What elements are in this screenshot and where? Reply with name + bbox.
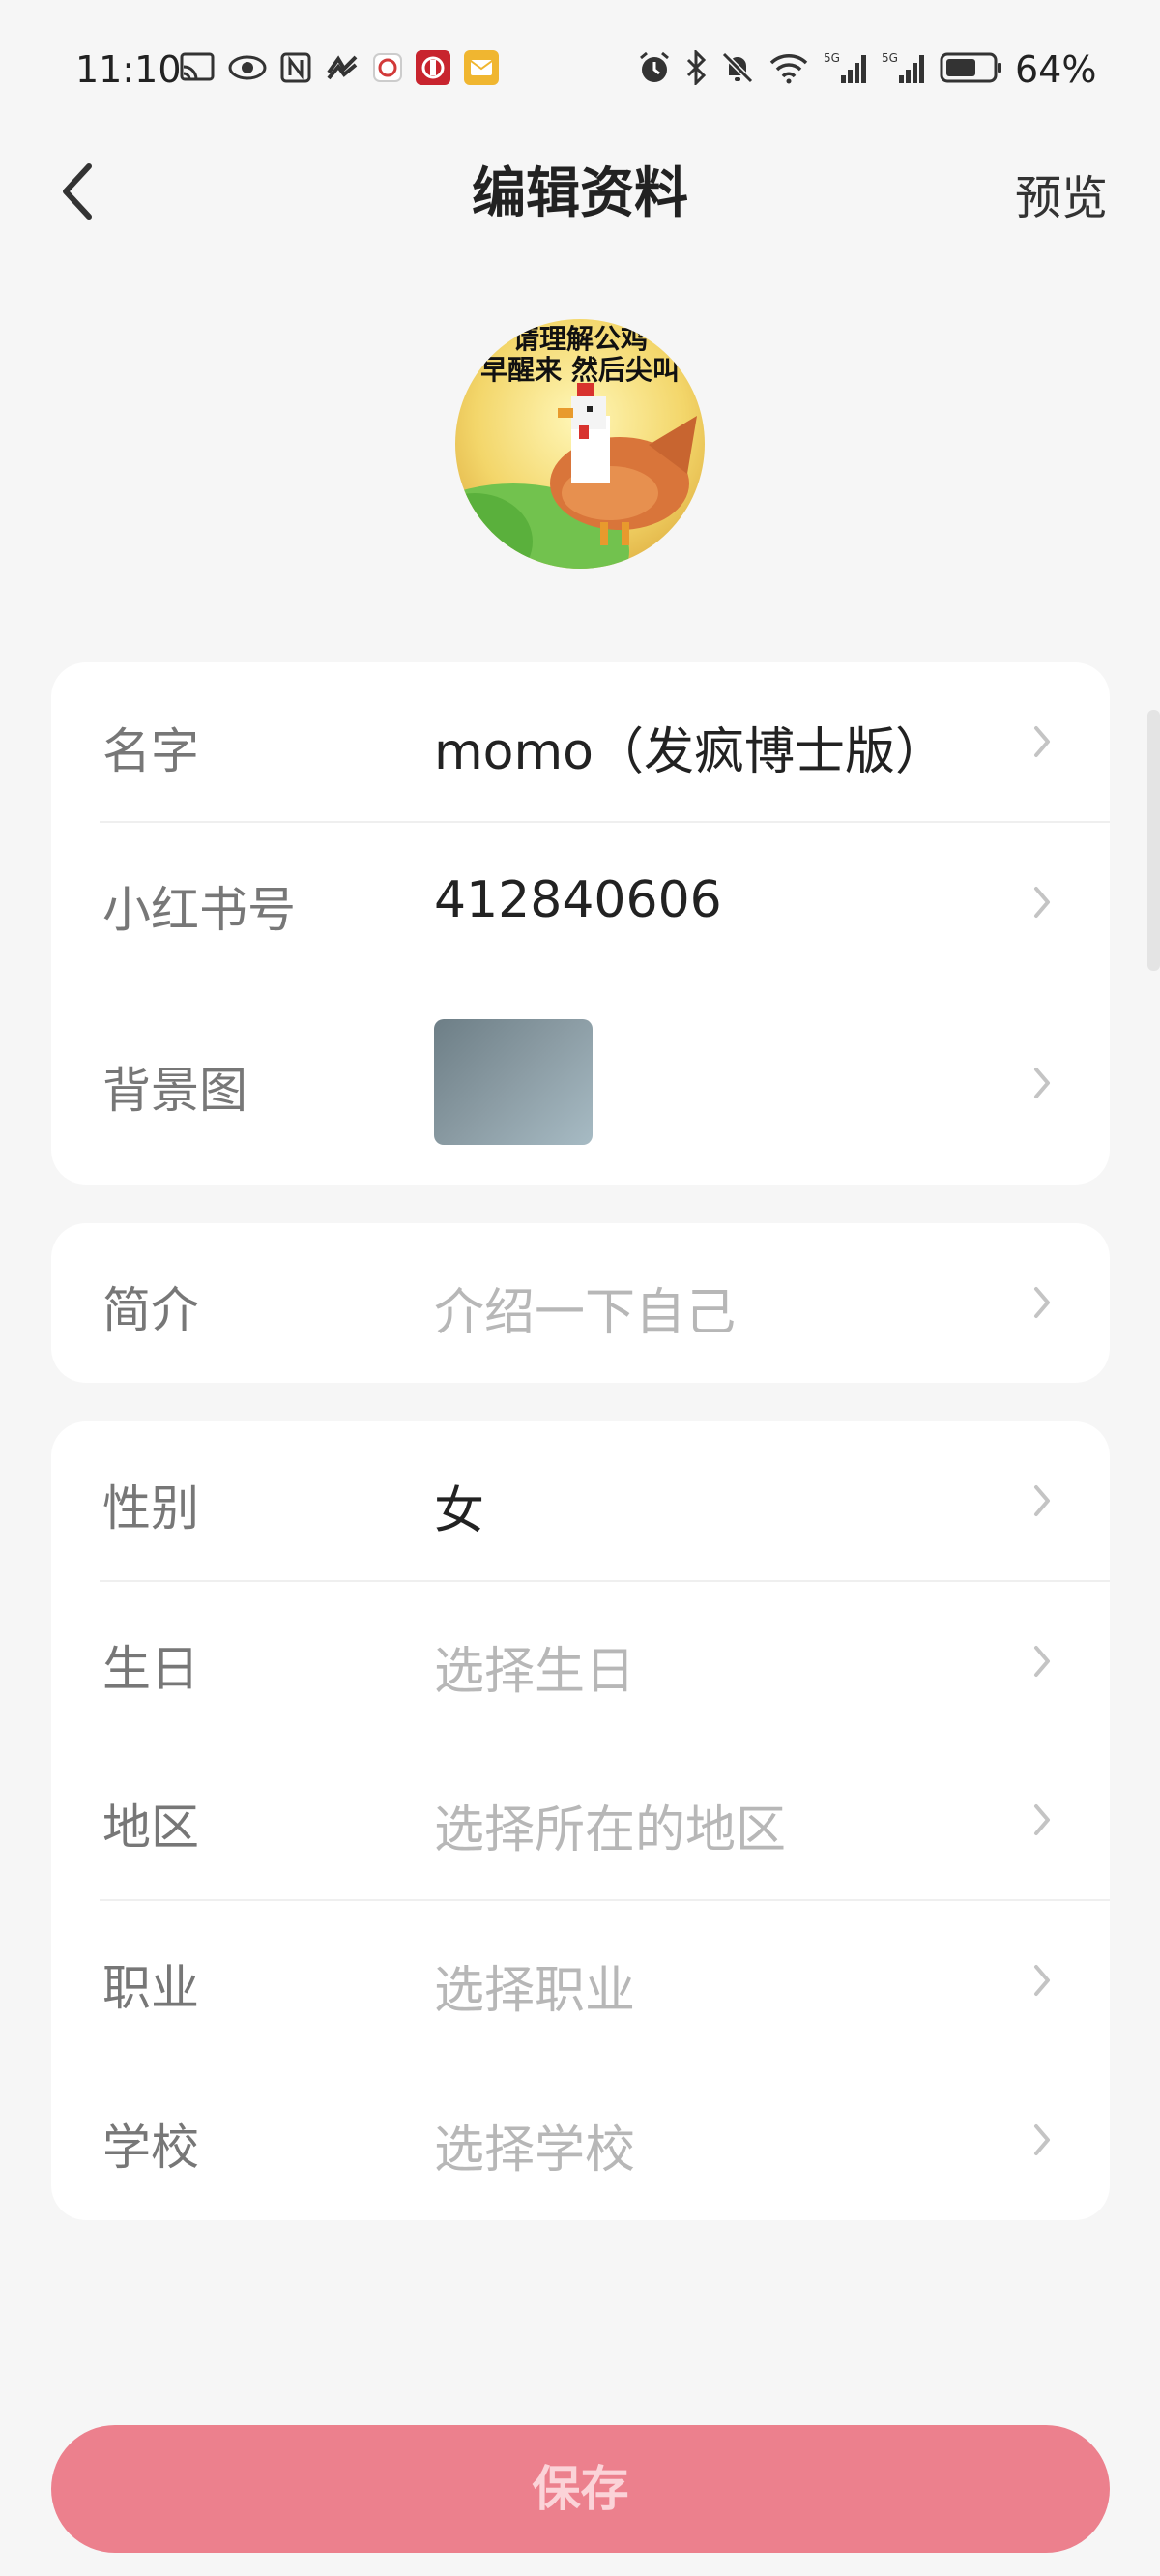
nav-bar: 编辑资料 预览 (0, 135, 1160, 242)
svg-text:5G: 5G (824, 51, 840, 65)
chevron-right-icon (1034, 1965, 1050, 1996)
alarm-icon (640, 51, 669, 82)
chevron-right-icon (1034, 1804, 1050, 1835)
avatar-image: 请理解公鸡 早醒来 然后尖叫 (455, 319, 705, 569)
job-row[interactable]: 职业 选择职业 (51, 1901, 1110, 2061)
id-label: 小红书号 (102, 882, 296, 938)
chevron-right-icon (1034, 1485, 1050, 1516)
school-label: 学校 (102, 2120, 199, 2176)
profile-card: 名字 momo（发疯博士版） 小红书号 412840606 背景图 (51, 662, 1110, 1185)
gender-row[interactable]: 性别 女 (51, 1421, 1110, 1581)
gender-label: 性别 (102, 1480, 199, 1537)
app-notification-icon (373, 53, 402, 82)
chevron-right-icon (1034, 1287, 1050, 1318)
avatar-caption-line1: 请理解公鸡 (512, 323, 648, 355)
region-label: 地区 (102, 1800, 199, 1856)
health-icon (327, 55, 358, 80)
id-value: 412840606 (434, 871, 722, 929)
avatar-caption-line2: 早醒来 然后尖叫 (480, 354, 680, 386)
cast-icon (180, 52, 215, 81)
save-button[interactable]: 保存 (51, 2425, 1110, 2553)
svg-text:5G: 5G (882, 51, 898, 65)
intro-card: 简介 介绍一下自己 (51, 1223, 1110, 1383)
status-bar: 11:10 5G 5G 64% (0, 0, 1160, 135)
job-value: 选择职业 (434, 1962, 636, 2020)
mute-bell-icon (721, 51, 754, 84)
background-thumbnail (434, 1019, 593, 1145)
intro-value: 介绍一下自己 (434, 1284, 737, 1342)
chevron-right-icon (1034, 1068, 1050, 1098)
status-time: 11:10 (75, 48, 182, 91)
chevron-right-icon (1034, 887, 1050, 918)
intro-row[interactable]: 简介 介绍一下自己 (51, 1223, 1110, 1383)
name-label: 名字 (102, 723, 199, 779)
bank-app-icon (416, 50, 450, 85)
status-right-icons: 5G 5G (638, 50, 1003, 85)
preview-button[interactable]: 预览 (1015, 160, 1108, 227)
signal-5g-icon-2: 5G (882, 51, 924, 83)
region-row[interactable]: 地区 选择所在的地区 (51, 1741, 1110, 1900)
school-row[interactable]: 学校 选择学校 (51, 2061, 1110, 2220)
avatar[interactable]: 请理解公鸡 早醒来 然后尖叫 (455, 319, 705, 569)
scrollbar[interactable] (1147, 710, 1160, 971)
birthday-value: 选择生日 (434, 1643, 636, 1701)
school-value: 选择学校 (434, 2122, 636, 2180)
mail-app-icon (464, 50, 499, 85)
job-label: 职业 (102, 1960, 199, 2016)
id-row[interactable]: 小红书号 412840606 (51, 823, 1110, 982)
page-title: 编辑资料 (472, 162, 688, 225)
bluetooth-icon (686, 50, 707, 85)
region-value: 选择所在的地区 (434, 1801, 787, 1859)
gender-value: 女 (434, 1482, 485, 1540)
intro-label: 简介 (102, 1282, 199, 1338)
details-card: 性别 女 生日 选择生日 地区 选择所在的地区 职业 选择职业 学校 选择学校 (51, 1421, 1110, 2220)
chevron-right-icon (1034, 1646, 1050, 1677)
eye-icon (228, 55, 267, 80)
name-row[interactable]: 名字 momo（发疯博士版） (51, 662, 1110, 822)
chevron-right-icon (1034, 726, 1050, 757)
status-left-icons (180, 50, 499, 85)
nfc-icon (280, 52, 311, 83)
birthday-label: 生日 (102, 1641, 199, 1697)
signal-5g-icon-1: 5G (824, 51, 866, 83)
chevron-right-icon (1034, 2124, 1050, 2155)
battery-icon (940, 52, 1001, 83)
background-label: 背景图 (102, 1063, 247, 1119)
battery-percent: 64% (1015, 48, 1097, 91)
name-value: momo（发疯博士版） (434, 723, 945, 781)
birthday-row[interactable]: 生日 选择生日 (51, 1582, 1110, 1742)
wifi-icon (769, 54, 808, 84)
background-row[interactable]: 背景图 (51, 982, 1110, 1185)
